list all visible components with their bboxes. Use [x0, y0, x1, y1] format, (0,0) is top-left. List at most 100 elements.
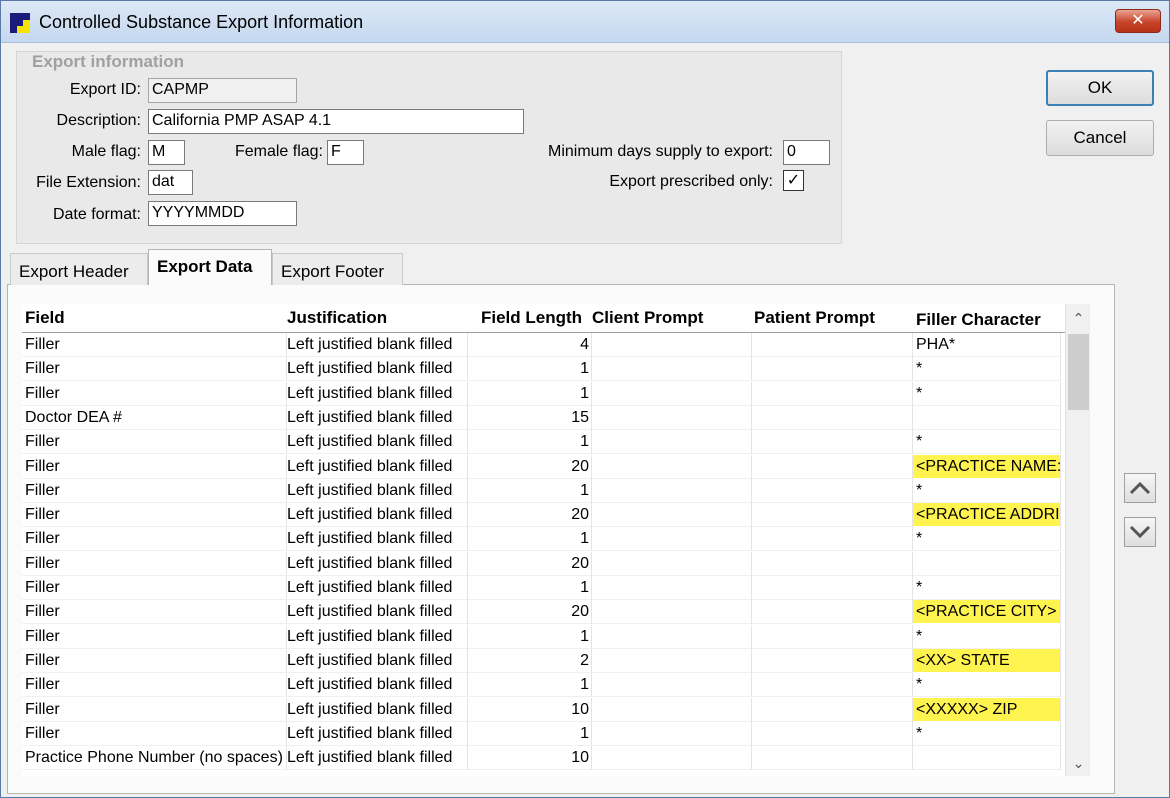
cell-patient[interactable]	[752, 430, 913, 455]
table-row[interactable]: Filler Left justified blank filled 1 *	[22, 721, 1065, 746]
cell-client[interactable]	[592, 357, 752, 382]
column-header-field[interactable]: Field	[25, 308, 65, 328]
cell-length[interactable]: 1	[468, 430, 592, 455]
cell-field[interactable]: Filler	[22, 430, 287, 455]
tab-export-data[interactable]: Export Data	[148, 249, 272, 285]
column-header-filler-character[interactable]: Filler Character	[916, 310, 1041, 330]
cell-length[interactable]: 4	[468, 333, 592, 357]
cell-filler[interactable]: <PRACTICE ADDRI	[913, 503, 1061, 528]
cell-justification[interactable]: Left justified blank filled	[284, 430, 468, 455]
cell-client[interactable]	[592, 648, 752, 673]
table-row[interactable]: Filler Left justified blank filled 1 *	[22, 673, 1065, 698]
cell-justification[interactable]: Left justified blank filled	[284, 478, 468, 503]
table-row[interactable]: Filler Left justified blank filled 4 PHA*	[22, 333, 1065, 357]
cell-justification[interactable]: Left justified blank filled	[284, 600, 468, 625]
cell-patient[interactable]	[752, 697, 913, 722]
cell-justification[interactable]: Left justified blank filled	[284, 503, 468, 528]
cell-length[interactable]: 1	[468, 527, 592, 552]
table-row[interactable]: Filler Left justified blank filled 20	[22, 551, 1065, 576]
cell-length[interactable]: 15	[468, 405, 592, 430]
cell-justification[interactable]: Left justified blank filled	[284, 648, 468, 673]
cell-filler[interactable]: *	[913, 381, 1061, 406]
cancel-button[interactable]: Cancel	[1046, 120, 1154, 156]
cell-justification[interactable]: Left justified blank filled	[284, 746, 468, 771]
table-row[interactable]: Doctor DEA # Left justified blank filled 1…	[22, 405, 1065, 430]
female-flag-field[interactable]: F	[327, 140, 364, 165]
cell-length[interactable]: 1	[468, 478, 592, 503]
cell-length[interactable]: 10	[468, 697, 592, 722]
cell-filler[interactable]: *	[913, 527, 1061, 552]
cell-justification[interactable]: Left justified blank filled	[284, 551, 468, 576]
move-down-button[interactable]	[1124, 517, 1156, 547]
cell-length[interactable]: 1	[468, 624, 592, 649]
column-header-justification[interactable]: Justification	[287, 308, 387, 328]
cell-filler[interactable]: *	[913, 357, 1061, 382]
cell-client[interactable]	[592, 430, 752, 455]
cell-client[interactable]	[592, 527, 752, 552]
cell-field[interactable]: Filler	[22, 454, 287, 479]
cell-client[interactable]	[592, 381, 752, 406]
cell-field[interactable]: Filler	[22, 600, 287, 625]
close-button[interactable]: ✕	[1115, 9, 1161, 33]
table-row[interactable]: Filler Left justified blank filled 20 <PRAC…	[22, 503, 1065, 528]
table-row[interactable]: Filler Left justified blank filled 1 *	[22, 527, 1065, 552]
cell-filler[interactable]: <PRACTICE CITY>	[913, 600, 1061, 625]
min-days-supply-field[interactable]: 0	[783, 140, 830, 165]
cell-field[interactable]: Filler	[22, 527, 287, 552]
description-field[interactable]: California PMP ASAP 4.1	[148, 109, 524, 134]
cell-length[interactable]: 20	[468, 503, 592, 528]
cell-length[interactable]: 1	[468, 576, 592, 600]
cell-client[interactable]	[592, 624, 752, 649]
cell-filler[interactable]: *	[913, 430, 1061, 455]
cell-patient[interactable]	[752, 648, 913, 673]
cell-patient[interactable]	[752, 673, 913, 698]
cell-field[interactable]: Filler	[22, 697, 287, 722]
cell-field[interactable]: Filler	[22, 381, 287, 406]
cell-length[interactable]: 20	[468, 454, 592, 479]
cell-justification[interactable]: Left justified blank filled	[284, 673, 468, 698]
cell-justification[interactable]: Left justified blank filled	[284, 697, 468, 722]
cell-filler[interactable]: *	[913, 673, 1061, 698]
table-row[interactable]: Filler Left justified blank filled 1 *	[22, 357, 1065, 382]
cell-field[interactable]: Filler	[22, 576, 287, 600]
cell-field[interactable]: Filler	[22, 721, 287, 746]
cell-field[interactable]: Filler	[22, 648, 287, 673]
cell-patient[interactable]	[752, 576, 913, 600]
cell-field[interactable]: Filler	[22, 551, 287, 576]
cell-client[interactable]	[592, 746, 752, 771]
cell-field[interactable]: Filler	[22, 357, 287, 382]
cell-client[interactable]	[592, 673, 752, 698]
export-id-field[interactable]: CAPMP	[148, 78, 297, 103]
table-row[interactable]: Filler Left justified blank filled 10 <XXXX…	[22, 697, 1065, 722]
cell-client[interactable]	[592, 600, 752, 625]
cell-filler[interactable]: <XXXXX> ZIP	[913, 697, 1061, 722]
male-flag-field[interactable]: M	[148, 140, 185, 165]
file-extension-field[interactable]: dat	[148, 170, 193, 195]
cell-length[interactable]: 2	[468, 648, 592, 673]
cell-filler[interactable]: *	[913, 576, 1061, 600]
cell-justification[interactable]: Left justified blank filled	[284, 333, 468, 357]
table-row[interactable]: Filler Left justified blank filled 2 <XX> S…	[22, 648, 1065, 673]
cell-client[interactable]	[592, 333, 752, 357]
cell-patient[interactable]	[752, 478, 913, 503]
date-format-field[interactable]: YYYYMMDD	[148, 201, 297, 226]
cell-filler[interactable]: <PRACTICE NAME:	[913, 454, 1061, 479]
cell-justification[interactable]: Left justified blank filled	[284, 527, 468, 552]
cell-filler[interactable]	[913, 405, 1061, 430]
cell-client[interactable]	[592, 405, 752, 430]
cell-filler[interactable]: *	[913, 478, 1061, 503]
cell-field[interactable]: Filler	[22, 478, 287, 503]
tab-export-header[interactable]: Export Header	[10, 253, 148, 285]
cell-patient[interactable]	[752, 527, 913, 552]
cell-field[interactable]: Filler	[22, 624, 287, 649]
cell-patient[interactable]	[752, 600, 913, 625]
table-row[interactable]: Filler Left justified blank filled 1 *	[22, 576, 1065, 600]
tab-export-footer[interactable]: Export Footer	[272, 253, 403, 285]
column-header-client-prompt[interactable]: Client Prompt	[592, 308, 703, 328]
column-header-field-length[interactable]: Field Length	[481, 308, 582, 328]
cell-justification[interactable]: Left justified blank filled	[284, 576, 468, 600]
cell-filler[interactable]	[913, 746, 1061, 771]
cell-length[interactable]: 20	[468, 551, 592, 576]
cell-patient[interactable]	[752, 503, 913, 528]
cell-justification[interactable]: Left justified blank filled	[284, 624, 468, 649]
